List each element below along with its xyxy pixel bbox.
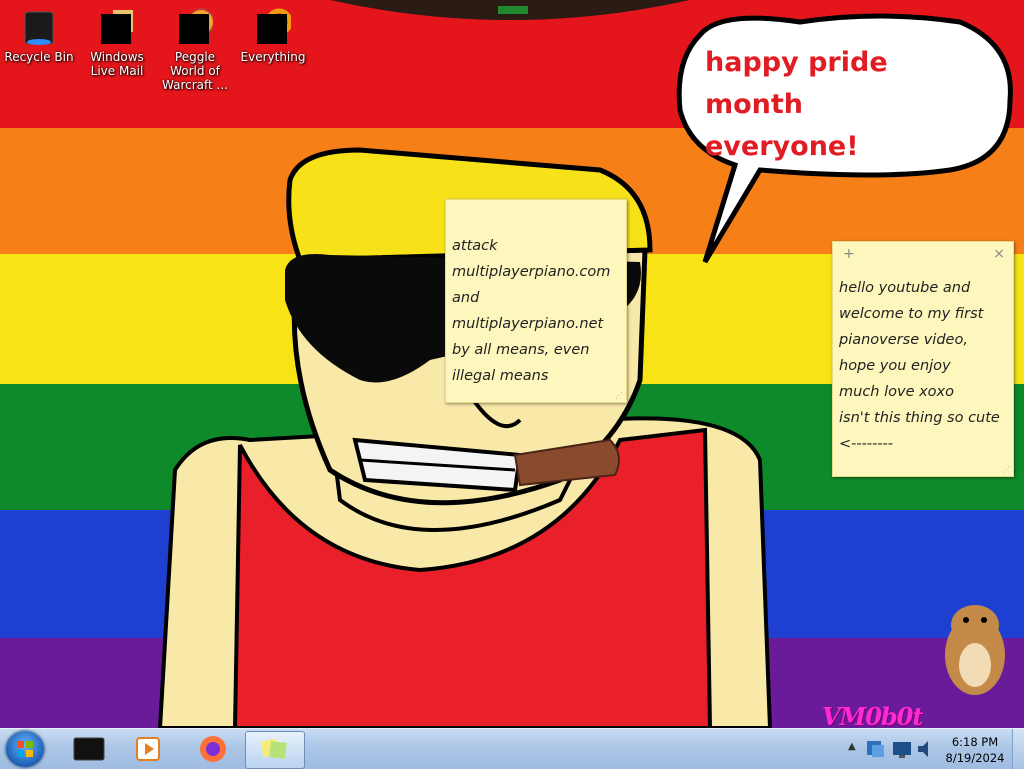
recycle-bin-icon <box>21 8 57 45</box>
desktop-icon-label: Peggle World of Warcraft ... <box>162 50 228 92</box>
add-note-button[interactable]: + <box>843 246 855 262</box>
resize-grip-icon[interactable]: ⋰ <box>1002 465 1010 474</box>
show-hidden-icons-icon[interactable]: ▲ <box>848 741 856 752</box>
everything-search-icon <box>255 8 293 44</box>
windows-live-mail-icon <box>99 8 135 44</box>
speech-bubble-line-1: happy pride month <box>705 47 888 120</box>
close-note-button[interactable]: × <box>993 246 1005 262</box>
show-desktop-button[interactable] <box>1012 729 1024 769</box>
peggle-icon <box>177 8 215 44</box>
sticky-notes-icon <box>260 738 287 759</box>
taskbar-command-prompt-button[interactable] <box>60 731 118 767</box>
media-player-icon <box>136 737 160 761</box>
clock-date: 8/19/2024 <box>945 751 1005 765</box>
desktop-icon-windows-live-mail[interactable]: Windows Live Mail <box>78 6 156 78</box>
network-icon[interactable] <box>890 737 914 761</box>
speech-bubble-line-2: everyone! <box>705 131 859 162</box>
sticky-note-1[interactable]: attack multiplayerpiano.com and multipla… <box>445 199 627 403</box>
speech-bubble-text: happy pride month everyone! <box>705 42 985 168</box>
resize-grip-icon[interactable]: ⋰ <box>615 391 623 400</box>
desktop-icon-label: Recycle Bin <box>4 50 74 64</box>
clock-time: 6:18 PM <box>951 735 999 749</box>
desktop-icon-label: Windows Live Mail <box>90 50 144 78</box>
taskbar-sticky-notes-button[interactable] <box>245 731 305 769</box>
desktop-icon-everything[interactable]: Everything <box>234 6 312 64</box>
taskbar-clock[interactable]: 6:18 PM 8/19/2024 <box>940 734 1010 766</box>
action-center-icon[interactable] <box>864 737 888 761</box>
sticky-note-text[interactable]: attack multiplayerpiano.com and multipla… <box>446 200 626 389</box>
watermark: VM0b0t <box>822 702 923 731</box>
desktop-icon-label: Everything <box>240 50 306 64</box>
sticky-note-text[interactable]: hello youtube and welcome to my first pi… <box>833 242 1013 457</box>
taskbar-media-player-button[interactable] <box>120 731 178 767</box>
windows-start-orb-icon[interactable] <box>6 731 44 767</box>
taskbar-firefox-button[interactable] <box>184 731 242 767</box>
taskbar: ▲ 6:18 PM 8/19/2024 <box>0 728 1024 769</box>
desktop-icon-recycle-bin[interactable]: Recycle Bin <box>0 6 78 64</box>
firefox-icon <box>200 736 226 762</box>
terminal-icon <box>73 737 105 761</box>
sticky-note-2[interactable]: + × hello youtube and welcome to my firs… <box>832 241 1014 477</box>
volume-icon[interactable] <box>914 737 938 761</box>
desktop-icon-peggle[interactable]: Peggle World of Warcraft ... <box>156 6 234 92</box>
